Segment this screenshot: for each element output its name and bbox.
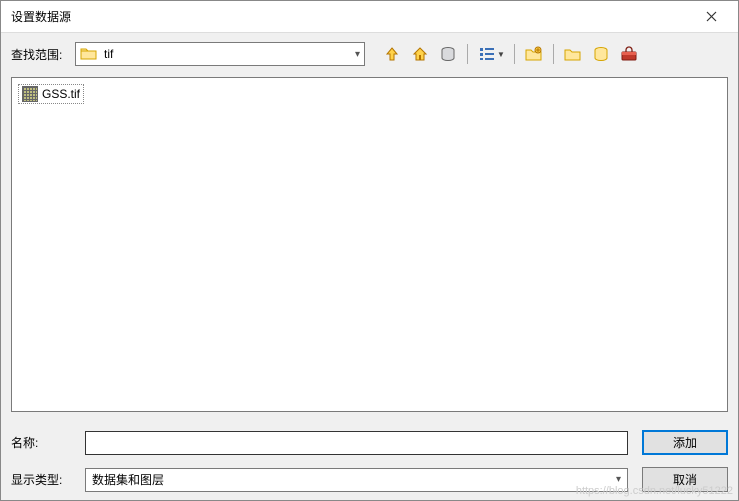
up-one-level-button[interactable] — [379, 41, 405, 67]
name-label: 名称: — [11, 434, 71, 451]
file-name: GSS.tif — [42, 87, 80, 101]
close-icon — [706, 11, 717, 22]
file-listing[interactable]: GSS.tif — [11, 77, 728, 412]
database-icon — [439, 45, 457, 63]
type-select[interactable]: 数据集和图层 ▾ — [85, 468, 628, 492]
chevron-down-icon: ▾ — [616, 474, 621, 485]
separator — [514, 44, 515, 64]
view-menu-button[interactable]: ▼ — [474, 41, 508, 67]
folder-icon — [80, 45, 98, 63]
type-label: 显示类型: — [11, 471, 71, 488]
new-folder-icon — [525, 45, 543, 63]
list-icon — [478, 45, 496, 63]
dialog-window: 设置数据源 查找范围: tif ▾ ▼ — [0, 0, 739, 501]
bottom-panel: 名称: 添加 显示类型: 数据集和图层 ▾ 取消 — [11, 422, 728, 492]
type-row: 显示类型: 数据集和图层 ▾ 取消 — [11, 467, 728, 492]
connect-folder-button[interactable] — [560, 41, 586, 67]
dialog-body: 查找范围: tif ▾ ▼ — [1, 33, 738, 500]
up-arrow-icon — [383, 45, 401, 63]
window-title: 设置数据源 — [11, 8, 688, 25]
toolbox-button[interactable] — [616, 41, 642, 67]
toolbar: ▼ — [379, 41, 642, 67]
lookin-row: 查找范围: tif ▾ ▼ — [11, 41, 728, 67]
titlebar: 设置数据源 — [1, 1, 738, 33]
chevron-down-icon: ▾ — [355, 49, 360, 60]
toolbox-icon — [620, 45, 638, 63]
geodatabase-button[interactable] — [435, 41, 461, 67]
separator — [553, 44, 554, 64]
type-selected: 数据集和图层 — [92, 471, 616, 488]
name-row: 名称: 添加 — [11, 430, 728, 455]
raster-icon — [22, 86, 38, 102]
add-button[interactable]: 添加 — [642, 430, 728, 455]
folder-connect-icon — [564, 45, 582, 63]
file-item[interactable]: GSS.tif — [18, 84, 84, 104]
dropdown-icon: ▼ — [497, 50, 505, 59]
home-button[interactable] — [407, 41, 433, 67]
close-button[interactable] — [688, 2, 734, 32]
lookin-label: 查找范围: — [11, 46, 69, 63]
database-gold-icon — [592, 45, 610, 63]
lookin-text: tif — [104, 47, 355, 61]
new-folder-button[interactable] — [521, 41, 547, 67]
new-geodatabase-button[interactable] — [588, 41, 614, 67]
name-input[interactable] — [85, 431, 628, 455]
home-icon — [411, 45, 429, 63]
separator — [467, 44, 468, 64]
lookin-combo[interactable]: tif ▾ — [75, 42, 365, 66]
cancel-button[interactable]: 取消 — [642, 467, 728, 492]
